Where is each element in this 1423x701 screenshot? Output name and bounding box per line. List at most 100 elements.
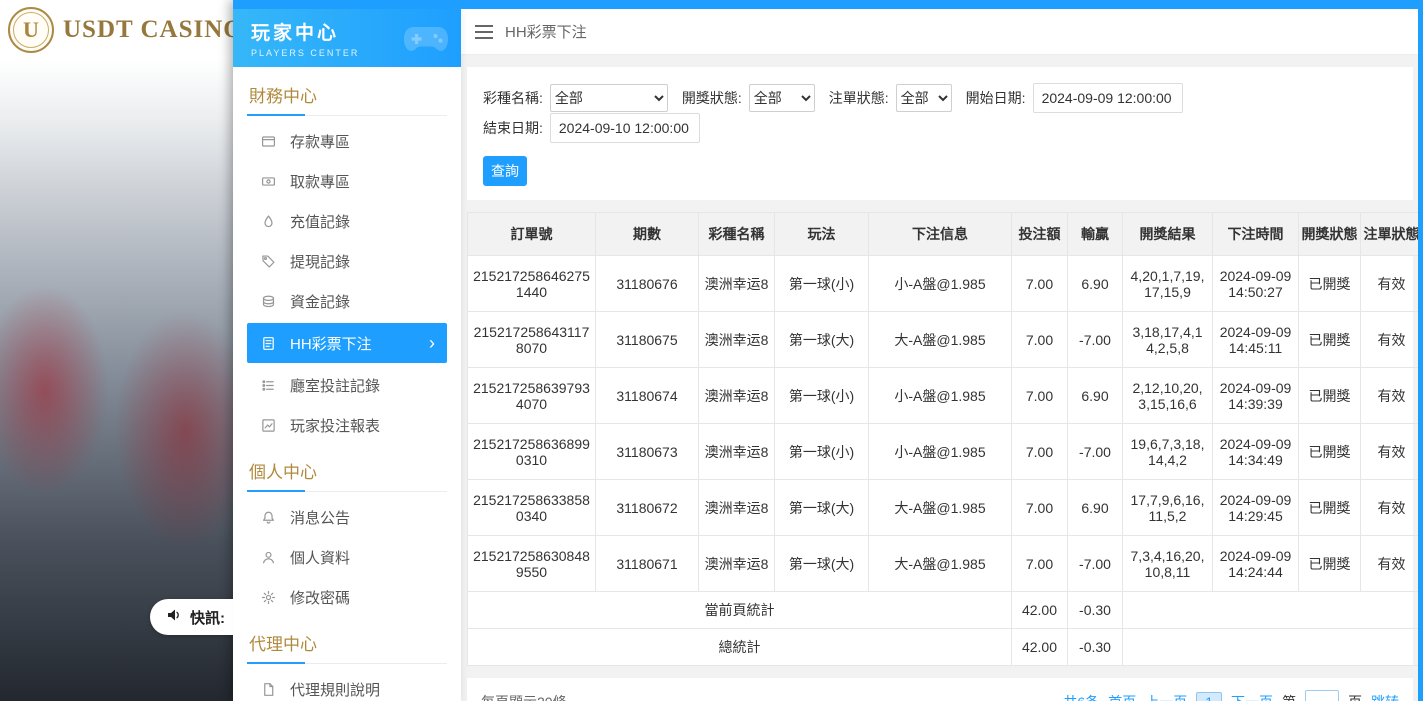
cell-lottery: 澳洲幸运8 xyxy=(699,536,775,592)
sidebar-item-label: 玩家投注報表 xyxy=(290,415,380,436)
jump-page-input[interactable] xyxy=(1305,690,1339,701)
pagination-controls: 共6条 首页 上一页 1 下一页 第 页 跳转 xyxy=(1063,690,1399,701)
first-page-link[interactable]: 首页 xyxy=(1108,692,1136,701)
col-result: 開獎結果 xyxy=(1123,213,1213,256)
query-button[interactable]: 查詢 xyxy=(483,156,527,186)
col-amount: 投注額 xyxy=(1012,213,1068,256)
filter-lottery: 彩種名稱: 全部 xyxy=(483,84,668,112)
cell-order-no: 2152172586338580340 xyxy=(468,480,596,536)
cell-order-status: 有效 xyxy=(1361,480,1419,536)
cell-order-status: 有效 xyxy=(1361,536,1419,592)
start-date-input[interactable] xyxy=(1033,83,1183,113)
cell-bet-info: 大-A盤@1.985 xyxy=(869,536,1012,592)
summary-total-win-loss: -0.30 xyxy=(1068,629,1123,666)
cell-draw-status: 已開獎 xyxy=(1299,424,1361,480)
cell-order-no: 2152172586368990310 xyxy=(468,424,596,480)
news-ticker[interactable]: 快訊: xyxy=(150,599,245,635)
section-title-personal: 個人中心 xyxy=(247,445,447,492)
sidebar-item-label: HH彩票下注 xyxy=(290,333,372,354)
pagination-bar: 每頁顯示20條 共6条 首页 上一页 1 下一页 第 页 跳转 xyxy=(467,678,1413,701)
cell-result: 7,3,4,16,20,10,8,11 xyxy=(1123,536,1213,592)
cell-win-loss: 6.90 xyxy=(1068,480,1123,536)
cell-amount: 7.00 xyxy=(1012,480,1068,536)
next-page-link[interactable]: 下一页 xyxy=(1231,692,1273,701)
cell-draw-status: 已開獎 xyxy=(1299,536,1361,592)
summary-total-label: 總統計 xyxy=(468,629,1012,666)
draw-status-select[interactable]: 全部 xyxy=(749,84,815,112)
summary-row-page: 當前頁統計 42.00 -0.30 xyxy=(468,592,1419,629)
player-report-icon xyxy=(260,418,277,433)
col-lottery: 彩種名稱 xyxy=(699,213,775,256)
cell-period: 31180674 xyxy=(596,368,699,424)
cell-bet-time: 2024-09-09 14:34:49 xyxy=(1213,424,1299,480)
sidebar-header: 玩家中心 PLAYERS CENTER xyxy=(233,9,461,67)
page-title: HH彩票下注 xyxy=(505,21,587,42)
sidebar-item-withdraw[interactable]: 取款專區 xyxy=(247,161,447,201)
sidebar-item-label: 提現記錄 xyxy=(290,251,350,272)
sidebar-item-change-password[interactable]: 修改密碼 xyxy=(247,577,447,617)
cell-bet-info: 小-A盤@1.985 xyxy=(869,424,1012,480)
speaker-icon xyxy=(166,607,182,627)
sidebar-item-recharge-records[interactable]: 充值記錄 xyxy=(247,201,447,241)
table-header-row: 訂單號 期數 彩種名稱 玩法 下注信息 投注額 輸贏 開獎結果 下注時間 開獎狀… xyxy=(468,213,1419,256)
sidebar-item-label: 修改密碼 xyxy=(290,587,350,608)
cell-lottery: 澳洲幸运8 xyxy=(699,368,775,424)
col-play: 玩法 xyxy=(775,213,869,256)
sidebar-subtitle: PLAYERS CENTER xyxy=(251,48,359,58)
cell-bet-time: 2024-09-09 14:45:11 xyxy=(1213,312,1299,368)
user-icon xyxy=(260,550,277,565)
bets-table: 訂單號 期數 彩種名稱 玩法 下注信息 投注額 輸贏 開獎結果 下注時間 開獎狀… xyxy=(467,212,1418,666)
sidebar-item-label: 資金記錄 xyxy=(290,291,350,312)
screen: U USDT CASINO 快訊: 玩家中心 PLAYERS CENTER xyxy=(0,0,1423,701)
sidebar-item-funds-records[interactable]: 資金記錄 xyxy=(247,281,447,321)
right-blue-strip xyxy=(1418,0,1423,701)
sidebar-item-profile[interactable]: 個人資料 xyxy=(247,537,447,577)
table-row: 2152172586431178070 31180675 澳洲幸运8 第一球(大… xyxy=(468,312,1419,368)
sidebar-item-hh-lottery-bets[interactable]: HH彩票下注 › xyxy=(247,323,447,363)
jump-prefix: 第 xyxy=(1282,692,1296,701)
cell-result: 19,6,7,3,18,14,4,2 xyxy=(1123,424,1213,480)
cell-order-status: 有效 xyxy=(1361,312,1419,368)
recharge-record-icon xyxy=(260,214,277,229)
cell-order-status: 有效 xyxy=(1361,424,1419,480)
end-date-input[interactable] xyxy=(550,113,700,143)
cell-bet-info: 大-A盤@1.985 xyxy=(869,312,1012,368)
news-ticker-label: 快訊: xyxy=(190,607,225,628)
sidebar-item-player-bet-report[interactable]: 玩家投注報表 xyxy=(247,405,447,445)
order-status-select[interactable]: 全部 xyxy=(896,84,952,112)
lottery-bet-icon xyxy=(260,336,277,351)
sidebar-menu: 財務中心 存款專區 取款專區 充值記錄 提現記錄 xyxy=(233,67,461,701)
sidebar-title: 玩家中心 xyxy=(251,18,359,45)
total-count: 共6条 xyxy=(1063,692,1099,701)
col-period: 期數 xyxy=(596,213,699,256)
sidebar-item-label: 存款專區 xyxy=(290,131,350,152)
cell-result: 4,20,1,7,19,17,15,9 xyxy=(1123,256,1213,312)
jump-button[interactable]: 跳转 xyxy=(1371,692,1399,701)
cell-bet-info: 小-A盤@1.985 xyxy=(869,368,1012,424)
cell-play: 第一球(小) xyxy=(775,256,869,312)
sidebar-item-label: 廳室投註記錄 xyxy=(290,375,380,396)
sidebar-item-agent-rules[interactable]: 代理規則說明 xyxy=(247,669,447,701)
filter-draw-status: 開獎狀態: 全部 xyxy=(682,84,815,112)
sidebar-item-label: 個人資料 xyxy=(290,547,350,568)
sidebar-item-announcements[interactable]: 消息公告 xyxy=(247,497,447,537)
cell-win-loss: 6.90 xyxy=(1068,256,1123,312)
current-page-badge[interactable]: 1 xyxy=(1196,692,1222,701)
cell-order-status: 有效 xyxy=(1361,368,1419,424)
sidebar-item-room-bet-records[interactable]: 廳室投註記錄 xyxy=(247,365,447,405)
menu-icon[interactable] xyxy=(475,25,493,39)
sidebar-item-withdrawal-records[interactable]: 提現記錄 xyxy=(247,241,447,281)
sidebar: 玩家中心 PLAYERS CENTER 財務中心 存款專區 取款專區 xyxy=(233,9,461,701)
cell-order-no: 2152172586431178070 xyxy=(468,312,596,368)
prev-page-link[interactable]: 上一页 xyxy=(1145,692,1187,701)
cell-amount: 7.00 xyxy=(1012,256,1068,312)
casino-logo[interactable]: U USDT CASINO xyxy=(8,7,244,53)
cell-amount: 7.00 xyxy=(1012,368,1068,424)
sidebar-item-deposit[interactable]: 存款專區 xyxy=(247,121,447,161)
withdrawal-record-icon xyxy=(260,254,277,269)
lottery-select[interactable]: 全部 xyxy=(550,84,668,112)
col-win-loss: 輸贏 xyxy=(1068,213,1123,256)
cell-order-no: 2152172586397934070 xyxy=(468,368,596,424)
filter-order-status: 注單狀態: 全部 xyxy=(829,84,952,112)
sidebar-item-label: 充值記錄 xyxy=(290,211,350,232)
